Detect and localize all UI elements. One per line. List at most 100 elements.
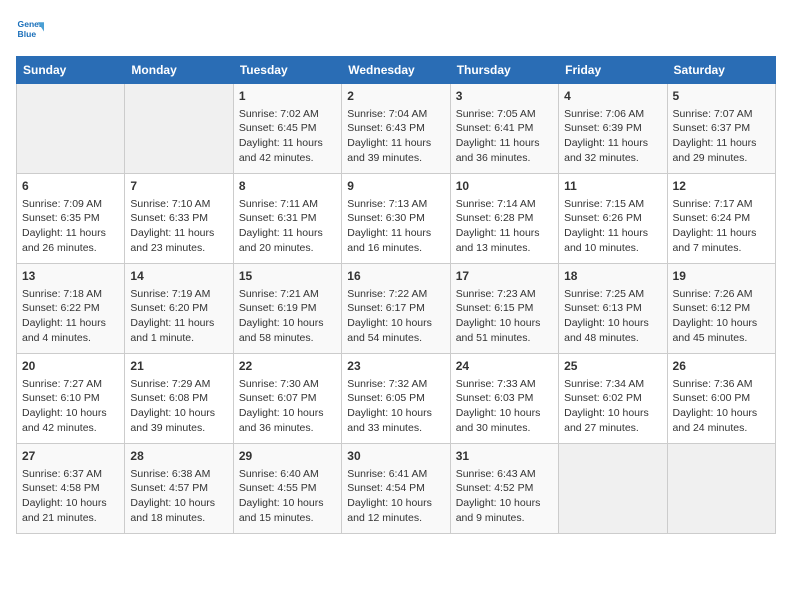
day-number: 10	[456, 178, 553, 195]
cell-text-line: Sunrise: 7:27 AM	[22, 377, 119, 392]
cell-text-line: Sunset: 6:12 PM	[673, 301, 770, 316]
cell-text-line: Sunset: 6:13 PM	[564, 301, 661, 316]
calendar-cell: 3Sunrise: 7:05 AMSunset: 6:41 PMDaylight…	[450, 84, 558, 174]
calendar-cell: 26Sunrise: 7:36 AMSunset: 6:00 PMDayligh…	[667, 354, 775, 444]
cell-text-line: Daylight: 10 hours	[22, 496, 119, 511]
cell-text-line: Sunrise: 7:19 AM	[130, 287, 227, 302]
day-number: 5	[673, 88, 770, 105]
cell-text-line: Daylight: 10 hours	[347, 406, 444, 421]
header-cell-saturday: Saturday	[667, 57, 775, 84]
day-number: 28	[130, 448, 227, 465]
day-number: 2	[347, 88, 444, 105]
cell-text-line: and 45 minutes.	[673, 331, 770, 346]
cell-text-line: Daylight: 10 hours	[22, 406, 119, 421]
cell-text-line: Daylight: 11 hours	[673, 136, 770, 151]
cell-text-line: Sunset: 6:31 PM	[239, 211, 336, 226]
calendar-header: SundayMondayTuesdayWednesdayThursdayFrid…	[17, 57, 776, 84]
week-row-2: 6Sunrise: 7:09 AMSunset: 6:35 PMDaylight…	[17, 174, 776, 264]
cell-text-line: and 16 minutes.	[347, 241, 444, 256]
calendar-cell: 19Sunrise: 7:26 AMSunset: 6:12 PMDayligh…	[667, 264, 775, 354]
cell-text-line: Daylight: 11 hours	[347, 226, 444, 241]
day-number: 19	[673, 268, 770, 285]
cell-text-line: Sunrise: 7:30 AM	[239, 377, 336, 392]
cell-text-line: Sunset: 6:26 PM	[564, 211, 661, 226]
cell-text-line: and 10 minutes.	[564, 241, 661, 256]
cell-text-line: Sunrise: 7:21 AM	[239, 287, 336, 302]
calendar-cell: 30Sunrise: 6:41 AMSunset: 4:54 PMDayligh…	[342, 444, 450, 534]
cell-text-line: Daylight: 11 hours	[347, 136, 444, 151]
cell-text-line: Sunrise: 7:23 AM	[456, 287, 553, 302]
cell-text-line: Sunset: 4:58 PM	[22, 481, 119, 496]
cell-text-line: Sunset: 6:19 PM	[239, 301, 336, 316]
day-number: 20	[22, 358, 119, 375]
cell-text-line: Sunrise: 7:09 AM	[22, 197, 119, 212]
day-number: 26	[673, 358, 770, 375]
calendar-cell: 31Sunrise: 6:43 AMSunset: 4:52 PMDayligh…	[450, 444, 558, 534]
cell-text-line: Daylight: 10 hours	[130, 496, 227, 511]
cell-text-line: Daylight: 10 hours	[347, 316, 444, 331]
cell-text-line: and 13 minutes.	[456, 241, 553, 256]
day-number: 13	[22, 268, 119, 285]
calendar-cell: 20Sunrise: 7:27 AMSunset: 6:10 PMDayligh…	[17, 354, 125, 444]
cell-text-line: Daylight: 11 hours	[456, 226, 553, 241]
cell-text-line: Daylight: 11 hours	[564, 226, 661, 241]
calendar-body: 1Sunrise: 7:02 AMSunset: 6:45 PMDaylight…	[17, 84, 776, 534]
day-number: 24	[456, 358, 553, 375]
cell-text-line: Sunrise: 7:04 AM	[347, 107, 444, 122]
calendar-cell: 17Sunrise: 7:23 AMSunset: 6:15 PMDayligh…	[450, 264, 558, 354]
cell-text-line: Sunrise: 7:05 AM	[456, 107, 553, 122]
cell-text-line: and 12 minutes.	[347, 511, 444, 526]
calendar-cell	[17, 84, 125, 174]
calendar-cell: 21Sunrise: 7:29 AMSunset: 6:08 PMDayligh…	[125, 354, 233, 444]
day-number: 22	[239, 358, 336, 375]
day-number: 1	[239, 88, 336, 105]
cell-text-line: Sunset: 4:57 PM	[130, 481, 227, 496]
calendar-cell: 23Sunrise: 7:32 AMSunset: 6:05 PMDayligh…	[342, 354, 450, 444]
cell-text-line: and 9 minutes.	[456, 511, 553, 526]
header-cell-friday: Friday	[559, 57, 667, 84]
calendar-cell: 8Sunrise: 7:11 AMSunset: 6:31 PMDaylight…	[233, 174, 341, 264]
cell-text-line: Sunrise: 6:40 AM	[239, 467, 336, 482]
cell-text-line: and 58 minutes.	[239, 331, 336, 346]
cell-text-line: Sunrise: 7:11 AM	[239, 197, 336, 212]
cell-text-line: and 36 minutes.	[456, 151, 553, 166]
cell-text-line: and 30 minutes.	[456, 421, 553, 436]
cell-text-line: Daylight: 11 hours	[239, 136, 336, 151]
cell-text-line: and 15 minutes.	[239, 511, 336, 526]
cell-text-line: and 18 minutes.	[130, 511, 227, 526]
cell-text-line: Sunrise: 7:32 AM	[347, 377, 444, 392]
svg-text:Blue: Blue	[18, 29, 37, 39]
cell-text-line: Sunset: 6:45 PM	[239, 121, 336, 136]
calendar-cell: 7Sunrise: 7:10 AMSunset: 6:33 PMDaylight…	[125, 174, 233, 264]
calendar-cell	[125, 84, 233, 174]
calendar-cell: 4Sunrise: 7:06 AMSunset: 6:39 PMDaylight…	[559, 84, 667, 174]
cell-text-line: Daylight: 10 hours	[564, 406, 661, 421]
calendar-table: SundayMondayTuesdayWednesdayThursdayFrid…	[16, 56, 776, 534]
day-number: 7	[130, 178, 227, 195]
calendar-cell: 11Sunrise: 7:15 AMSunset: 6:26 PMDayligh…	[559, 174, 667, 264]
cell-text-line: Daylight: 11 hours	[130, 226, 227, 241]
cell-text-line: and 42 minutes.	[239, 151, 336, 166]
cell-text-line: Sunrise: 7:17 AM	[673, 197, 770, 212]
day-number: 9	[347, 178, 444, 195]
cell-text-line: Sunrise: 7:34 AM	[564, 377, 661, 392]
logo: General Blue	[16, 16, 48, 44]
cell-text-line: and 7 minutes.	[673, 241, 770, 256]
logo-icon: General Blue	[16, 16, 44, 44]
cell-text-line: Daylight: 10 hours	[347, 496, 444, 511]
week-row-4: 20Sunrise: 7:27 AMSunset: 6:10 PMDayligh…	[17, 354, 776, 444]
cell-text-line: Sunrise: 7:22 AM	[347, 287, 444, 302]
week-row-3: 13Sunrise: 7:18 AMSunset: 6:22 PMDayligh…	[17, 264, 776, 354]
cell-text-line: Sunset: 6:35 PM	[22, 211, 119, 226]
cell-text-line: Daylight: 10 hours	[130, 406, 227, 421]
day-number: 16	[347, 268, 444, 285]
header-row: SundayMondayTuesdayWednesdayThursdayFrid…	[17, 57, 776, 84]
cell-text-line: Sunset: 6:08 PM	[130, 391, 227, 406]
calendar-cell: 24Sunrise: 7:33 AMSunset: 6:03 PMDayligh…	[450, 354, 558, 444]
cell-text-line: and 4 minutes.	[22, 331, 119, 346]
cell-text-line: Sunset: 6:00 PM	[673, 391, 770, 406]
calendar-cell: 15Sunrise: 7:21 AMSunset: 6:19 PMDayligh…	[233, 264, 341, 354]
day-number: 18	[564, 268, 661, 285]
cell-text-line: Daylight: 11 hours	[673, 226, 770, 241]
cell-text-line: Sunset: 4:52 PM	[456, 481, 553, 496]
